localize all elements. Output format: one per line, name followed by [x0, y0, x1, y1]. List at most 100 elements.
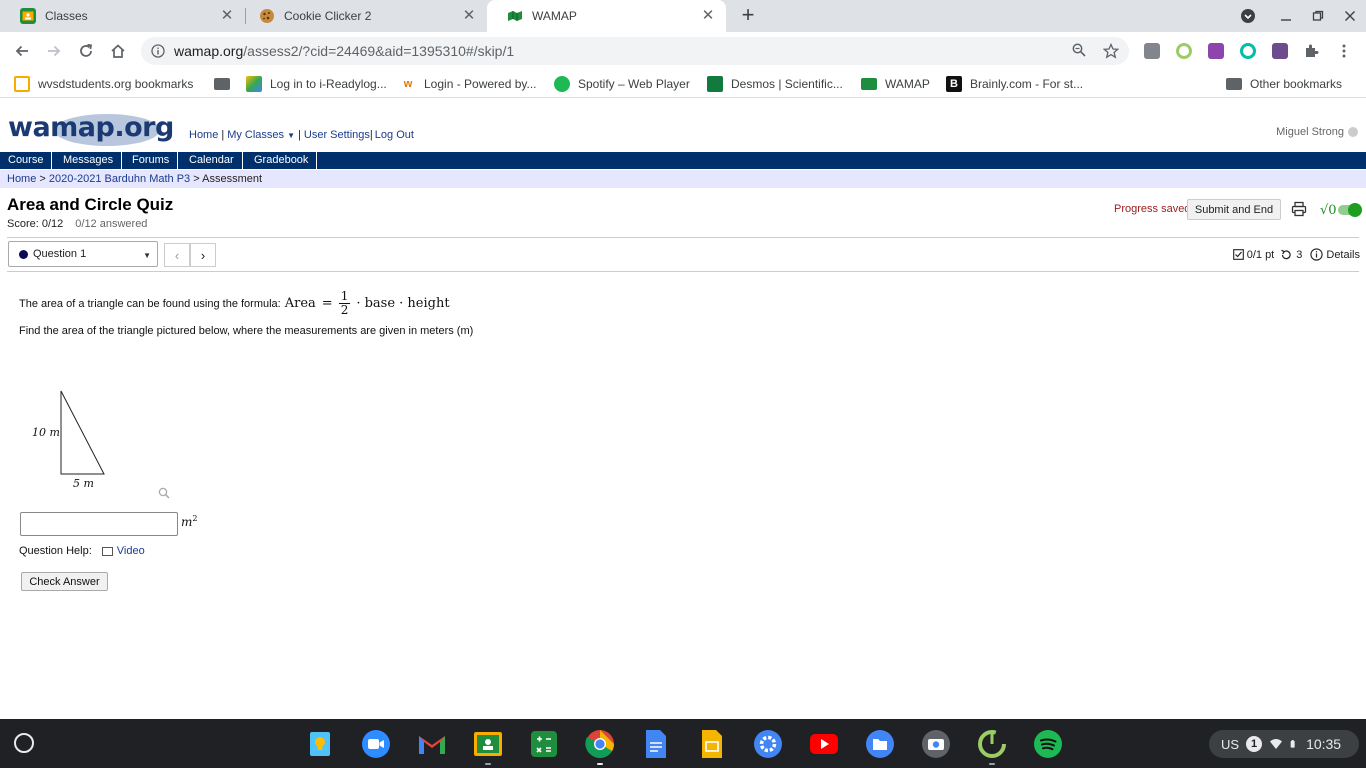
chevron-right-icon: › [200, 247, 206, 263]
cookie-icon [259, 8, 275, 24]
details-button[interactable]: Details [1310, 248, 1360, 261]
progress-saved-status: Progress saved [1114, 203, 1191, 215]
camera-icon[interactable] [920, 728, 952, 760]
extensions-puzzle-icon[interactable] [1304, 43, 1320, 59]
magnifier-icon[interactable] [158, 487, 170, 499]
video-help-link[interactable]: Video [101, 545, 145, 557]
tab-wamap[interactable]: WAMAP ✕ [487, 0, 726, 32]
tab-classes[interactable]: Classes ✕ [0, 0, 245, 32]
extension-pdf-icon[interactable] [1272, 43, 1288, 59]
forward-arrow-icon[interactable] [42, 39, 66, 63]
google-apps-icon [14, 76, 30, 92]
status-tray[interactable]: US 1 10:35 [1209, 730, 1359, 758]
bookmark-iready[interactable]: Log in to i-Readylog... [246, 75, 387, 93]
bookmarks-bar: wvsdstudents.org bookmarks Log in to i-R… [0, 70, 1366, 98]
close-icon[interactable]: ✕ [219, 8, 235, 24]
extension-circle-teal-icon[interactable] [1240, 43, 1256, 59]
prev-question-button[interactable]: ‹ [164, 243, 190, 267]
square-root-icon: √0 [1320, 202, 1337, 218]
nav-messages[interactable]: Messages [55, 152, 123, 169]
wamap-page: wamap.org Home | My Classes ▼ | User Setting… [0, 102, 1366, 719]
timer-ring-icon[interactable] [976, 728, 1008, 760]
settings-gear-icon[interactable] [752, 728, 784, 760]
spotify-icon[interactable] [1032, 728, 1064, 760]
url-text: wamap.org/assess2/?cid=24469&aid=1395310… [174, 43, 515, 59]
address-bar[interactable]: wamap.org/assess2/?cid=24469&aid=1395310… [141, 37, 1129, 65]
google-classroom-icon[interactable] [472, 728, 504, 760]
restore-icon[interactable] [1302, 0, 1334, 32]
question-select[interactable]: Question 1 ▼ [8, 241, 158, 267]
extension-icon[interactable] [1144, 43, 1160, 59]
area-formula: Area = 1 2 · base · height [284, 289, 450, 317]
keep-lightbulb-icon[interactable] [304, 728, 336, 760]
info-icon [1310, 248, 1324, 261]
site-info-icon[interactable] [151, 44, 165, 58]
back-arrow-icon[interactable] [10, 39, 34, 63]
zoom-video-icon[interactable] [360, 728, 392, 760]
home-icon[interactable] [106, 39, 130, 63]
tab-cookie-clicker[interactable]: Cookie Clicker 2 ✕ [239, 0, 487, 32]
bookmark-wamap[interactable]: WAMAP [861, 75, 930, 93]
bookmark-spotify[interactable]: Spotify – Web Player [554, 75, 690, 93]
breadcrumb-home[interactable]: Home [7, 173, 36, 185]
minimize-icon[interactable] [1270, 0, 1302, 32]
bookmark-brainly[interactable]: B Brainly.com - For st... [946, 75, 1083, 93]
check-answer-button[interactable]: Check Answer [21, 572, 108, 591]
next-question-button[interactable]: › [190, 243, 216, 267]
bookmark-wvsd[interactable]: wvsdstudents.org bookmarks [14, 75, 193, 93]
reload-icon[interactable] [74, 39, 98, 63]
extension-ring-icon[interactable] [1176, 43, 1192, 59]
video-icon [101, 546, 113, 556]
bookmark-folder[interactable] [214, 75, 238, 93]
launcher-circle-icon[interactable] [14, 733, 34, 753]
submit-and-end-button[interactable]: Submit and End [1187, 199, 1281, 220]
nav-calendar[interactable]: Calendar [181, 152, 243, 169]
youtube-icon[interactable] [808, 728, 840, 760]
bookmark-desmos[interactable]: Desmos | Scientific... [707, 75, 843, 93]
course-nav: Course Messages Forums Calendar Gradeboo… [0, 152, 1366, 169]
question-meta: 0/1 pt 3 Details [1227, 248, 1360, 261]
google-docs-icon[interactable] [640, 728, 672, 760]
score-line: Score: 0/12 0/12 answered [7, 218, 147, 230]
new-tab-plus-icon[interactable]: + [736, 4, 760, 27]
close-icon[interactable]: ✕ [700, 8, 716, 24]
bookmark-login[interactable]: w Login - Powered by... [400, 75, 537, 93]
caret-down-icon: ▼ [287, 131, 296, 140]
gmail-icon[interactable] [416, 728, 448, 760]
extension-puzzle-purple-icon[interactable] [1208, 43, 1224, 59]
user-settings-link[interactable]: User Settings [304, 129, 370, 141]
files-folder-icon[interactable] [864, 728, 896, 760]
desmos-icon [707, 76, 723, 92]
other-bookmarks[interactable]: Other bookmarks [1226, 75, 1342, 93]
nav-forums[interactable]: Forums [124, 152, 179, 169]
breadcrumb-current: Assessment [202, 173, 263, 185]
triangle-figure: 10 m 5 m [28, 384, 178, 496]
print-icon[interactable] [1291, 201, 1307, 217]
folder-icon [1226, 78, 1242, 90]
os-shelf: US 1 10:35 [0, 719, 1366, 768]
my-classes-link[interactable]: My Classes ▼ [227, 129, 295, 141]
wamap-logo[interactable]: wamap.org [6, 110, 174, 148]
nav-gradebook[interactable]: Gradebook [246, 152, 318, 169]
browser-menu-kebab-icon[interactable] [1336, 43, 1352, 59]
chrome-icon[interactable] [584, 728, 616, 760]
toggle-switch [1337, 203, 1362, 217]
close-icon[interactable]: ✕ [461, 8, 477, 24]
calculator-icon[interactable] [528, 728, 560, 760]
w-logo-icon: w [400, 76, 416, 92]
zoom-magnifier-icon[interactable] [1071, 43, 1087, 59]
bookmark-star-icon[interactable] [1102, 42, 1120, 59]
clock-time: 10:35 [1306, 736, 1342, 752]
tab-search-chevron-icon[interactable] [1232, 0, 1264, 32]
log-out-link[interactable]: Log Out [375, 129, 414, 141]
math-display-toggle[interactable]: √0 [1320, 201, 1362, 219]
breadcrumb: Home > 2020-2021 Barduhn Math P3 > Asses… [0, 170, 1366, 188]
checkbox-icon [1232, 249, 1244, 260]
google-slides-icon[interactable] [696, 728, 728, 760]
answered-count: 0/12 answered [75, 218, 148, 230]
nav-course[interactable]: Course [0, 152, 53, 169]
breadcrumb-course[interactable]: 2020-2021 Barduhn Math P3 [49, 173, 190, 185]
answer-input[interactable] [20, 512, 178, 536]
home-link[interactable]: Home [189, 129, 218, 141]
close-window-icon[interactable] [1334, 0, 1366, 32]
